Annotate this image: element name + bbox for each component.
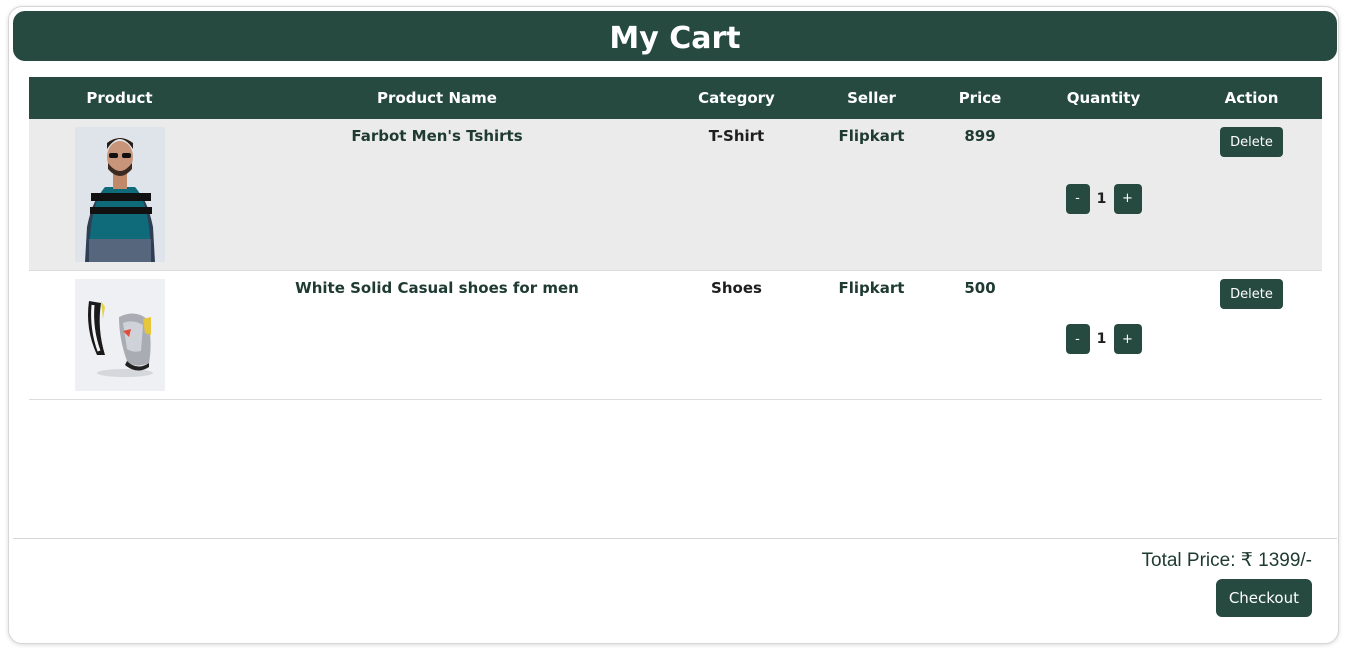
- cart-table: Product Product Name Category Seller Pri…: [29, 77, 1322, 400]
- total-price: Total Price: ₹ 1399/-: [1141, 550, 1313, 571]
- column-header-product: Product: [86, 89, 153, 107]
- quantity-stepper: - 1 +: [1026, 119, 1181, 270]
- quantity-stepper: - 1 +: [1026, 271, 1181, 399]
- product-name: Farbot Men's Tshirts: [351, 127, 523, 145]
- quantity-value: 1: [1096, 331, 1107, 347]
- product-image-cell: [29, 119, 210, 270]
- increase-quantity-button[interactable]: +: [1113, 183, 1142, 214]
- checkout-button[interactable]: Checkout: [1215, 579, 1312, 617]
- action-cell: Delete: [1181, 271, 1322, 399]
- column-header-product-name: Product Name: [377, 89, 497, 107]
- footer-divider: [13, 538, 1337, 539]
- column-header-seller: Seller: [847, 89, 896, 107]
- product-price: 500: [964, 279, 996, 297]
- product-image-shoes: [74, 279, 165, 391]
- product-name: White Solid Casual shoes for men: [295, 279, 579, 297]
- decrease-quantity-button[interactable]: -: [1065, 183, 1090, 214]
- column-header-category: Category: [698, 89, 775, 107]
- product-category: Shoes: [711, 279, 762, 297]
- page-title: My Cart: [13, 11, 1337, 61]
- product-seller: Flipkart: [838, 127, 905, 145]
- product-image-tshirt: [74, 127, 165, 262]
- table-header: Product Product Name Category Seller Pri…: [29, 77, 1322, 119]
- column-header-action: Action: [1224, 89, 1279, 107]
- table-row: Farbot Men's Tshirts T-Shirt Flipkart 89…: [29, 119, 1322, 271]
- delete-button[interactable]: Delete: [1220, 279, 1283, 309]
- column-header-price: Price: [958, 89, 1002, 107]
- table-row: White Solid Casual shoes for men Shoes F…: [29, 271, 1322, 400]
- action-cell: Delete: [1181, 119, 1322, 270]
- product-price: 899: [964, 127, 996, 145]
- cart-card: My Cart Product Product Name Category Se…: [8, 6, 1339, 644]
- delete-button[interactable]: Delete: [1220, 127, 1283, 157]
- product-category: T-Shirt: [708, 127, 765, 145]
- quantity-value: 1: [1096, 190, 1107, 207]
- product-image-cell: [29, 271, 210, 399]
- increase-quantity-button[interactable]: +: [1113, 324, 1142, 354]
- column-header-quantity: Quantity: [1066, 89, 1141, 107]
- decrease-quantity-button[interactable]: -: [1065, 324, 1090, 354]
- product-seller: Flipkart: [838, 279, 905, 297]
